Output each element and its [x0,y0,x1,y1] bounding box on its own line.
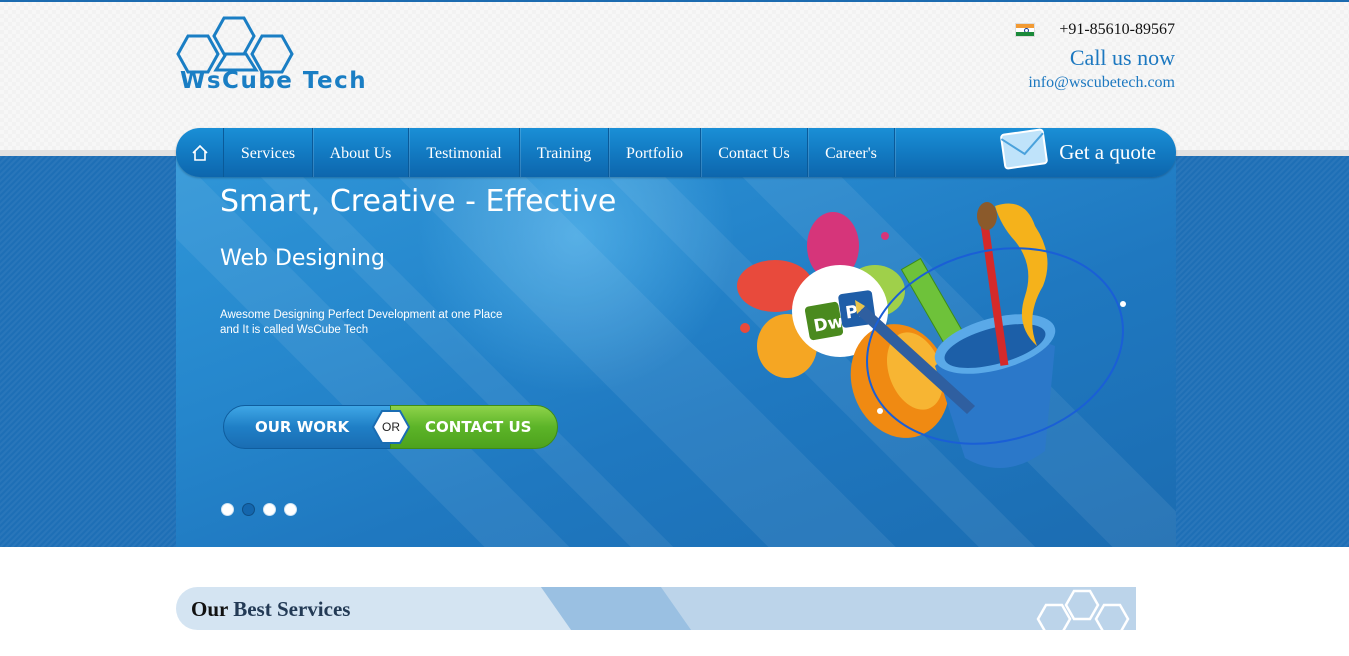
services-heading-rest: Best Services [233,597,351,621]
or-badge: OR [371,409,411,445]
nav-training[interactable]: Training [520,128,609,177]
hero-description-line-1: Awesome Designing Perfect Development at… [220,309,503,321]
slider-dots [221,503,297,516]
slide-dot-4[interactable] [284,503,297,516]
contact-us-button[interactable]: CONTACT US [390,405,558,449]
get-a-quote-button[interactable]: Get a quote [999,128,1156,177]
hero-description-line-2: and It is called WsCube Tech [220,324,369,336]
get-a-quote-label: Get a quote [1059,140,1156,164]
nav-testimonial[interactable]: Testimonial [409,128,520,177]
india-flag-icon [1015,23,1036,37]
hero-title: Smart, Creative - Effective [220,184,617,219]
nav-contact-us[interactable]: Contact Us [701,128,808,177]
design-tools-illustration: Dw Ps [737,202,1126,468]
nav-services[interactable]: Services [224,128,313,177]
home-icon [191,144,208,161]
hexagon-logo-icon [176,16,294,74]
site-logo[interactable]: WsCube Tech [176,14,398,94]
main-nav: Services About Us Testimonial Training P… [176,128,1176,177]
slide-dot-2[interactable] [242,503,255,516]
hero-description: Awesome Designing Perfect Development at… [220,308,550,338]
slide-dot-3[interactable] [263,503,276,516]
slide-dot-1[interactable] [221,503,234,516]
envelope-icon [1000,128,1048,169]
contact-info: +91-85610-89567 Call us now info@wscubet… [1015,18,1175,92]
call-us-now[interactable]: Call us now [1015,45,1175,71]
hexagon-decoration-icon [1036,589,1130,630]
services-heading: Our Best Services [191,597,350,622]
logo-text: WsCube Tech [180,68,368,94]
hero-subtitle: Web Designing [220,246,385,271]
email-link[interactable]: info@wscubetech.com [1015,74,1175,92]
or-label: OR [382,420,400,434]
phone-row: +91-85610-89567 [1015,18,1175,42]
nav-home[interactable] [176,128,224,177]
nav-careers[interactable]: Career's [808,128,895,177]
nav-portfolio[interactable]: Portfolio [609,128,701,177]
phone-number: +91-85610-89567 [1059,21,1175,38]
services-heading-bold: Our [191,597,228,621]
nav-about-us[interactable]: About Us [313,128,409,177]
